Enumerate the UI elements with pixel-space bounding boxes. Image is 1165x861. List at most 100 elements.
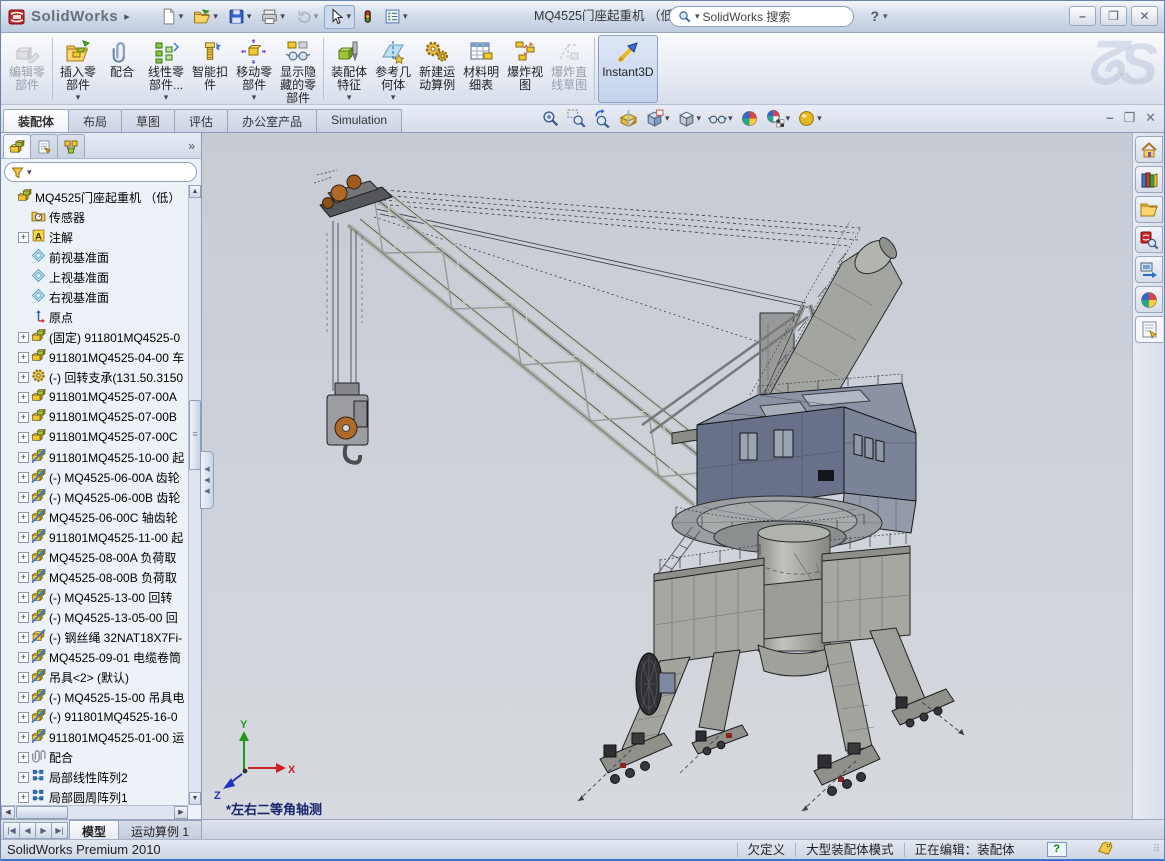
dropdown-arrow-icon[interactable]: ▾ bbox=[346, 11, 351, 22]
rebuild-stoplight-button[interactable] bbox=[357, 5, 378, 29]
tab-property-manager[interactable] bbox=[30, 134, 58, 158]
options-button[interactable]: ▾ bbox=[380, 5, 412, 29]
menu-expand-icon[interactable]: ▸ bbox=[124, 10, 130, 23]
quick-tip-button[interactable]: ? bbox=[1047, 842, 1067, 857]
expand-icon[interactable]: + bbox=[18, 392, 29, 403]
dropdown-arrow-icon[interactable]: ▾ bbox=[665, 113, 670, 124]
tree-item[interactable]: +MQ4525-08-00B 负荷取 bbox=[1, 567, 188, 587]
ribbon-button-fastener[interactable]: 智能扣 件 bbox=[188, 35, 232, 103]
expand-icon[interactable]: + bbox=[18, 732, 29, 743]
ribbon-button-movecomp[interactable]: 移动零 部件▾ bbox=[232, 35, 276, 103]
expand-icon[interactable]: + bbox=[18, 472, 29, 483]
dropdown-arrow-icon[interactable]: ▾ bbox=[164, 93, 169, 101]
resize-grip[interactable]: ⠿ bbox=[1153, 844, 1161, 855]
ribbon-button-linpattern[interactable]: 线性零 部件...▾ bbox=[144, 35, 188, 103]
solidworks-resources-button[interactable] bbox=[1135, 136, 1163, 163]
expand-icon[interactable]: + bbox=[18, 452, 29, 463]
dropdown-arrow-icon[interactable]: ▾ bbox=[697, 113, 702, 124]
expand-icon[interactable]: + bbox=[18, 492, 29, 503]
solidworks-search-button[interactable] bbox=[1135, 226, 1163, 253]
appearances-scenes-button[interactable] bbox=[1135, 286, 1163, 313]
tree-item[interactable]: +局部圆周阵列1 bbox=[1, 787, 188, 805]
panel-expand-icon[interactable]: » bbox=[188, 139, 195, 153]
save-button[interactable]: ▾ bbox=[224, 5, 256, 29]
doc-minimize-button[interactable]: – bbox=[1106, 109, 1113, 127]
expand-icon[interactable]: + bbox=[18, 692, 29, 703]
new-document-button[interactable]: ▾ bbox=[156, 5, 188, 29]
tree-item[interactable]: +911801MQ4525-07-00C bbox=[1, 427, 188, 447]
dropdown-arrow-icon[interactable]: ▾ bbox=[213, 11, 218, 22]
tree-filter-input[interactable]: ▾ bbox=[4, 162, 197, 182]
tree-item[interactable]: +(-) MQ4525-13-05-00 回 bbox=[1, 607, 188, 627]
ribbon-button-motion[interactable]: 新建运 动算例 bbox=[415, 35, 459, 103]
tree-item[interactable]: +(固定) 911801MQ4525-0 bbox=[1, 327, 188, 347]
dropdown-arrow-icon[interactable]: ▾ bbox=[347, 93, 352, 101]
doc-tab-0[interactable]: 模型 bbox=[69, 820, 119, 839]
tree-item[interactable]: +911801MQ4525-04-00 车 bbox=[1, 347, 188, 367]
tree-item[interactable]: 上视基准面 bbox=[1, 267, 188, 287]
tree-item[interactable]: +(-) 911801MQ4525-16-0 bbox=[1, 707, 188, 727]
tree-item[interactable]: 原点 bbox=[1, 307, 188, 327]
expand-icon[interactable]: + bbox=[18, 512, 29, 523]
search-scope-dropdown-icon[interactable]: ▾ bbox=[695, 11, 700, 22]
tree-item[interactable]: +局部线性阵列2 bbox=[1, 767, 188, 787]
edit-appearance-button[interactable] bbox=[738, 107, 761, 130]
tree-item[interactable]: +A注解 bbox=[1, 227, 188, 247]
tab-configuration-manager[interactable] bbox=[57, 134, 85, 158]
dropdown-arrow-icon[interactable]: ▾ bbox=[817, 113, 822, 124]
tree-item[interactable]: +MQ4525-06-00C 轴齿轮 bbox=[1, 507, 188, 527]
ribbon-button-editcomp[interactable]: 编辑零 部件 bbox=[5, 35, 49, 103]
tree-item[interactable]: +(-) MQ4525-06-00B 齿轮 bbox=[1, 487, 188, 507]
expand-icon[interactable]: + bbox=[18, 592, 29, 603]
minimize-button[interactable]: – bbox=[1069, 6, 1096, 26]
ribbon-button-mate[interactable]: 配合 bbox=[100, 35, 144, 103]
zoom-to-area-button[interactable] bbox=[565, 107, 588, 130]
scrollbar-thumb-horizontal[interactable] bbox=[16, 806, 68, 819]
tree-item[interactable]: +(-) MQ4525-15-00 吊具电 bbox=[1, 687, 188, 707]
search-icon[interactable] bbox=[678, 10, 692, 24]
command-tab-2[interactable]: 草图 bbox=[121, 109, 175, 132]
dropdown-arrow-icon[interactable]: ▾ bbox=[403, 11, 408, 22]
tag-icon[interactable] bbox=[1097, 842, 1113, 858]
first-tab-icon[interactable]: |◀ bbox=[3, 822, 20, 839]
design-library-button[interactable] bbox=[1135, 166, 1163, 193]
expand-icon[interactable]: + bbox=[18, 752, 29, 763]
dropdown-arrow-icon[interactable]: ▾ bbox=[314, 11, 319, 22]
view-settings-button[interactable]: ▾ bbox=[795, 107, 824, 130]
dropdown-arrow-icon[interactable]: ▾ bbox=[247, 11, 252, 22]
command-tab-5[interactable]: Simulation bbox=[316, 109, 402, 132]
tree-item[interactable]: +911801MQ4525-07-00A bbox=[1, 387, 188, 407]
search-input[interactable]: ▾ SolidWorks 搜索 bbox=[669, 6, 854, 27]
ribbon-button-bom[interactable]: 材料明 细表 bbox=[459, 35, 503, 103]
expand-icon[interactable]: + bbox=[18, 632, 29, 643]
tree-item[interactable]: 右视基准面 bbox=[1, 287, 188, 307]
tree-item[interactable]: MQ4525门座起重机 （低） bbox=[1, 187, 188, 207]
maximize-button[interactable]: ❐ bbox=[1100, 6, 1127, 26]
print-button[interactable]: ▾ bbox=[257, 5, 289, 29]
dropdown-arrow-icon[interactable]: ▾ bbox=[728, 113, 733, 124]
tree-item[interactable]: +配合 bbox=[1, 747, 188, 767]
last-tab-icon[interactable]: ▶| bbox=[51, 822, 68, 839]
crane-model[interactable]: Y X Z bbox=[202, 133, 1132, 819]
view-palette-button[interactable] bbox=[1135, 256, 1163, 283]
command-tab-4[interactable]: 办公室产品 bbox=[227, 109, 317, 132]
tree-horizontal-scrollbar[interactable]: ◀ ▶ bbox=[1, 805, 188, 819]
tree-item[interactable]: +911801MQ4525-10-00 起 bbox=[1, 447, 188, 467]
zoom-to-fit-button[interactable] bbox=[539, 107, 562, 130]
expand-icon[interactable]: + bbox=[18, 552, 29, 563]
ribbon-button-insertcomp[interactable]: 插入零 部件▾ bbox=[56, 35, 100, 103]
dropdown-arrow-icon[interactable]: ▾ bbox=[252, 93, 257, 101]
tree-item[interactable]: 前视基准面 bbox=[1, 247, 188, 267]
command-tab-0[interactable]: 装配体 bbox=[3, 109, 69, 132]
doc-restore-button[interactable]: ❐ bbox=[1123, 109, 1135, 127]
tree-item[interactable]: +(-) 回转支承(131.50.3150 bbox=[1, 367, 188, 387]
tab-feature-manager[interactable] bbox=[3, 134, 31, 158]
close-button[interactable]: ✕ bbox=[1131, 6, 1158, 26]
expand-icon[interactable]: + bbox=[18, 532, 29, 543]
tree-item[interactable]: +911801MQ4525-01-00 运 bbox=[1, 727, 188, 747]
tree-item[interactable]: +MQ4525-09-01 电缆卷筒 bbox=[1, 647, 188, 667]
open-button[interactable]: ▾ bbox=[189, 5, 222, 29]
tree-item[interactable]: +MQ4525-08-00A 负荷取 bbox=[1, 547, 188, 567]
hide-show-items-button[interactable]: ▾ bbox=[706, 107, 735, 130]
file-explorer-button[interactable] bbox=[1135, 196, 1163, 223]
